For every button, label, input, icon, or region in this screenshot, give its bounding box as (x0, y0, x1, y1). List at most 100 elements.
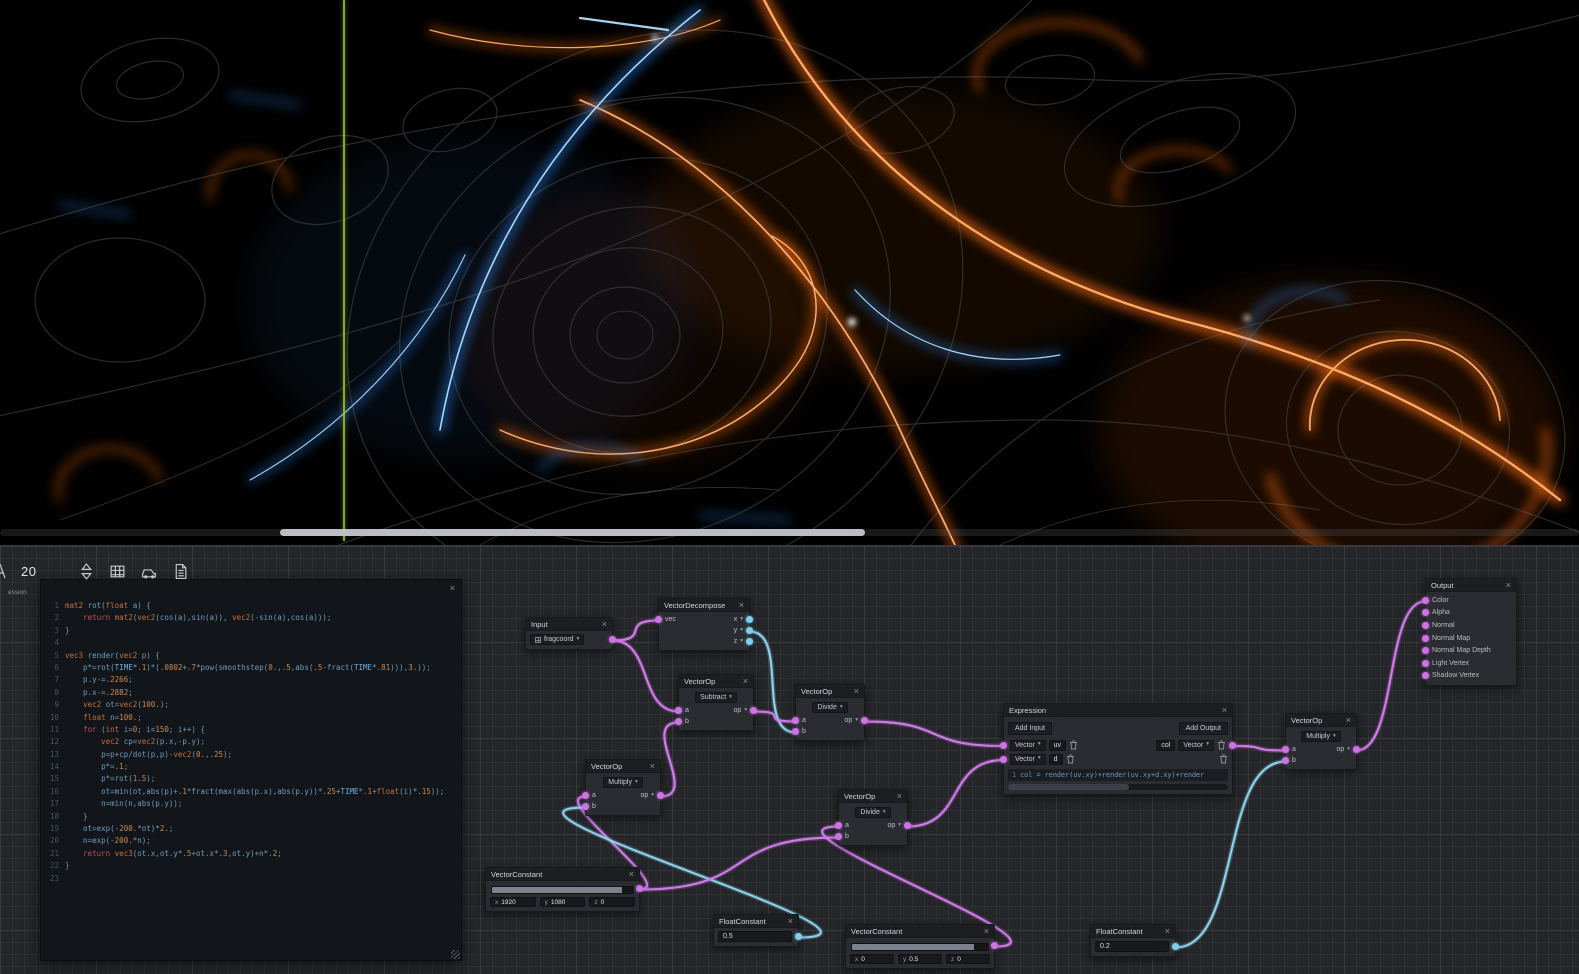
close-icon[interactable]: × (629, 869, 634, 879)
op-select[interactable]: Divide▾ (812, 702, 847, 713)
output-node[interactable]: Output×ColorAlphaNormalNormal MapNormal … (1425, 578, 1517, 686)
a-pin[interactable] (835, 822, 842, 829)
node-editor-canvas[interactable]: 20 ession × 1mat2 rot(float a) {2 return… (0, 545, 1579, 974)
fc2-node[interactable]: FloatConstant×0.2 (1090, 924, 1176, 957)
y-pin[interactable] (746, 627, 753, 634)
normal-pin[interactable] (1422, 622, 1429, 629)
close-icon[interactable]: × (1222, 705, 1227, 715)
component-field[interactable]: x1920 (490, 897, 536, 907)
trash-icon[interactable] (1219, 754, 1228, 764)
mul1-node[interactable]: VectorOp×Multiply▾aop▾b (585, 759, 661, 816)
a-pin[interactable] (1282, 746, 1289, 753)
sub-node[interactable]: VectorOp×Subtract▾aop▾b (678, 674, 754, 731)
b-pin[interactable] (675, 718, 682, 725)
b-pin[interactable] (1282, 757, 1289, 764)
vec-pin[interactable] (655, 616, 662, 623)
div2-node[interactable]: VectorOp×Divide▾aop▾b (838, 789, 908, 846)
code-panel[interactable]: × 1mat2 rot(float a) {2 return mat2(vec2… (40, 579, 462, 961)
op-select[interactable]: Divide▾ (855, 807, 890, 818)
col-pin[interactable] (1229, 742, 1236, 749)
trash-icon[interactable] (1066, 754, 1075, 764)
out-pin[interactable] (609, 636, 616, 643)
x-pin[interactable] (746, 616, 753, 623)
close-icon[interactable]: × (984, 926, 989, 936)
io-name-field[interactable]: uv (1049, 740, 1066, 751)
io-type-select[interactable]: Vector▾ (1178, 740, 1214, 751)
a-pin[interactable] (675, 707, 682, 714)
shadow-vertex-pin[interactable] (1422, 672, 1429, 679)
out-pin[interactable] (991, 942, 998, 949)
out-pin[interactable] (636, 885, 643, 892)
trash-icon[interactable] (1069, 740, 1078, 750)
close-icon[interactable]: × (650, 761, 655, 771)
io-type-select[interactable]: Vector▾ (1010, 740, 1046, 751)
op-pin[interactable] (904, 822, 911, 829)
sort-icon[interactable] (78, 563, 95, 580)
a-pin[interactable] (582, 792, 589, 799)
op-select[interactable]: Multiply▾ (1301, 731, 1341, 742)
uv-pin[interactable] (1000, 742, 1007, 749)
close-icon[interactable]: × (1346, 715, 1351, 725)
d-pin[interactable] (1000, 756, 1007, 763)
value-slider[interactable] (491, 886, 634, 894)
document-icon[interactable] (172, 563, 189, 580)
close-icon[interactable]: × (743, 676, 748, 686)
vehicle-icon[interactable] (140, 563, 158, 580)
close-icon[interactable]: × (897, 791, 902, 801)
input-source-dropdown[interactable]: fragcoord▾ (530, 634, 584, 645)
close-icon[interactable]: × (1165, 926, 1170, 936)
op-select[interactable]: Subtract▾ (695, 692, 737, 703)
mul2-node[interactable]: VectorOp×Multiply▾aop▾b (1285, 713, 1357, 770)
component-field[interactable]: y0.5 (898, 954, 942, 964)
grid-icon[interactable] (109, 563, 126, 580)
op-pin[interactable] (750, 707, 757, 714)
div1-node[interactable]: VectorOp×Divide▾aop▾b (795, 684, 865, 741)
b-pin[interactable] (835, 833, 842, 840)
out-pin[interactable] (795, 933, 802, 940)
z-pin[interactable] (746, 638, 753, 645)
op-pin[interactable] (1353, 746, 1360, 753)
component-field[interactable]: z0 (946, 954, 990, 964)
op-select[interactable]: Multiply▾ (603, 777, 643, 788)
light-vertex-pin[interactable] (1422, 660, 1429, 667)
b-pin[interactable] (792, 728, 799, 735)
close-icon[interactable]: × (602, 619, 607, 629)
close-icon[interactable]: × (1506, 580, 1511, 590)
component-field[interactable]: x0 (850, 954, 894, 964)
op-pin[interactable] (861, 717, 868, 724)
value-field[interactable]: 0.5 (718, 931, 792, 942)
alpha-pin[interactable] (1422, 609, 1429, 616)
add-input-button[interactable]: Add Input (1008, 722, 1052, 735)
trash-icon[interactable] (1217, 740, 1226, 750)
input-node[interactable]: Input×fragcoord▾ (525, 617, 613, 650)
b-pin[interactable] (582, 803, 589, 810)
io-name-field[interactable]: col (1156, 740, 1175, 751)
decompose-node[interactable]: VectorDecompose×vecx▾y▾z▾ (658, 598, 750, 651)
op-pin[interactable] (657, 792, 664, 799)
preview-scrollbar-thumb[interactable] (280, 529, 865, 536)
vc2-node[interactable]: VectorConstant×x0y0.5z0 (845, 924, 995, 969)
color-pin[interactable] (1422, 597, 1429, 604)
resize-grip[interactable] (451, 950, 460, 959)
close-icon[interactable]: × (450, 583, 455, 593)
expression-scrollbar[interactable] (1008, 784, 1228, 790)
io-name-field[interactable]: d (1049, 754, 1063, 765)
value-field[interactable]: 0.2 (1095, 941, 1169, 952)
a-pin[interactable] (792, 717, 799, 724)
component-field[interactable]: z0 (589, 897, 635, 907)
close-icon[interactable]: × (739, 600, 744, 610)
clipped-icon[interactable] (0, 562, 7, 580)
value-slider[interactable] (851, 943, 989, 951)
io-type-select[interactable]: Vector▾ (1010, 754, 1046, 765)
normal-map-depth-pin[interactable] (1422, 647, 1429, 654)
close-icon[interactable]: × (854, 686, 859, 696)
component-field[interactable]: y1080 (540, 897, 586, 907)
normal-map-pin[interactable] (1422, 635, 1429, 642)
add-output-button[interactable]: Add Output (1179, 722, 1228, 735)
fc1-node[interactable]: FloatConstant×0.5 (713, 914, 799, 947)
scrollbar-thumb[interactable] (1008, 784, 1129, 790)
vc1-node[interactable]: VectorConstant×x1920y1080z0 (485, 867, 640, 912)
out-pin[interactable] (1172, 943, 1179, 950)
expr-node[interactable]: Expression×Add InputAdd OutputVector▾uvc… (1003, 703, 1233, 795)
close-icon[interactable]: × (788, 916, 793, 926)
